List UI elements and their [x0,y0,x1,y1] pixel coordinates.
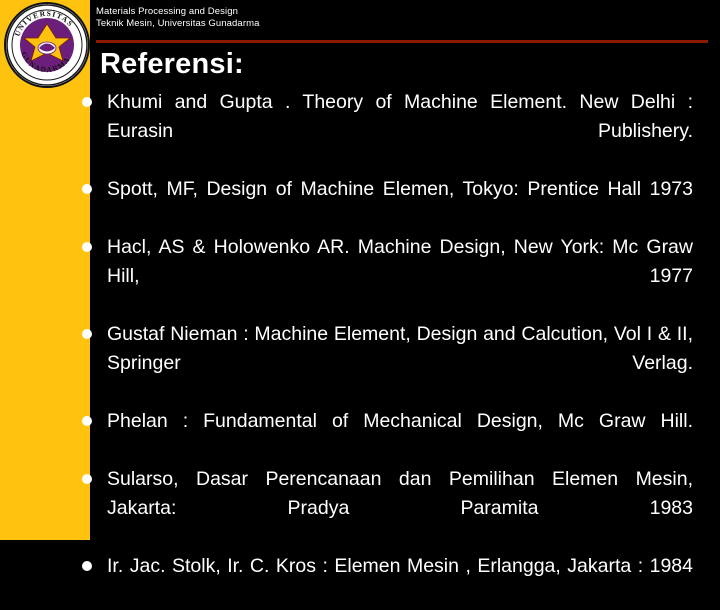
header-line-2: Teknik Mesin, Universitas Gunadarma [96,18,260,29]
bullet-icon [82,242,92,252]
references-section: Khumi and Gupta . Theory of Machine Elem… [72,88,712,610]
list-item: Gustaf Nieman : Machine Element, Design … [72,320,693,407]
bullet-icon [82,416,92,426]
header-divider [96,40,708,43]
reference-text: Spott, MF, Design of Machine Elemen, Tok… [107,178,693,200]
slide-title: Referensi: [100,48,244,80]
header-affiliation: Materials Processing and Design Teknik M… [96,6,496,30]
bullet-icon [82,474,92,484]
slide: UNIVERSITAS GUNADARMA Materials Processi… [0,0,720,577]
references-list: Khumi and Gupta . Theory of Machine Elem… [72,88,712,610]
list-item: Ir. Jac. Stolk, Ir. C. Kros : Elemen Mes… [72,552,693,610]
reference-text: Gustaf Nieman : Machine Element, Design … [107,323,693,374]
list-item: Khumi and Gupta . Theory of Machine Elem… [72,88,693,175]
bullet-icon [82,184,92,194]
reference-text: Khumi and Gupta . Theory of Machine Elem… [107,91,693,142]
reference-text: Sularso, Dasar Perencanaan dan Pemilihan… [107,468,693,519]
list-item: Phelan : Fundamental of Mechanical Desig… [72,407,693,465]
bullet-icon [82,561,92,571]
bullet-icon [82,329,92,339]
reference-text: Ir. Jac. Stolk, Ir. C. Kros : Elemen Mes… [107,555,693,577]
bullet-icon [82,97,92,107]
reference-text: Phelan : Fundamental of Mechanical Desig… [107,410,693,432]
list-item: Hacl, AS & Holowenko AR. Machine Design,… [72,233,693,320]
reference-text: Hacl, AS & Holowenko AR. Machine Design,… [107,236,693,287]
list-item: Sularso, Dasar Perencanaan dan Pemilihan… [72,465,693,552]
list-item: Spott, MF, Design of Machine Elemen, Tok… [72,175,693,233]
seal-graphic: UNIVERSITAS GUNADARMA [6,4,88,86]
header-line-1: Materials Processing and Design [96,6,238,17]
gunadarma-seal-logo: UNIVERSITAS GUNADARMA [4,2,90,88]
